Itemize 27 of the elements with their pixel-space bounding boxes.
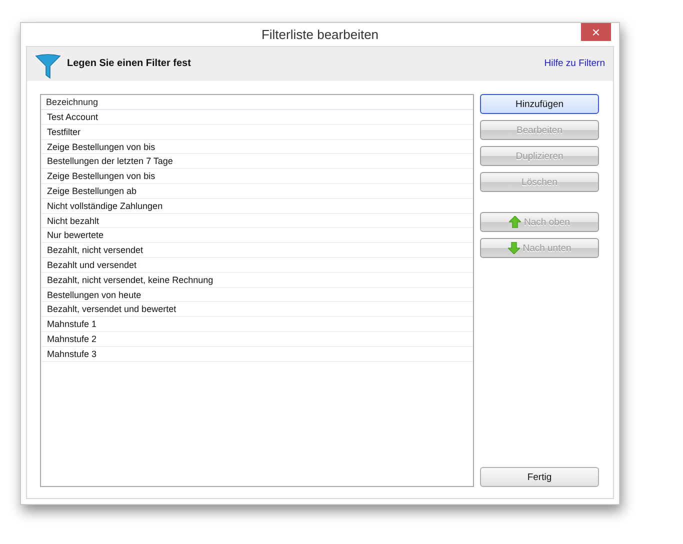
- list-item[interactable]: Mahnstufe 3: [41, 346, 473, 362]
- list-item[interactable]: Testfilter: [41, 124, 473, 140]
- help-link[interactable]: Hilfe zu Filtern: [544, 58, 605, 69]
- list-item[interactable]: Test Account: [41, 110, 473, 125]
- list-item[interactable]: Nur bewertete: [41, 228, 473, 244]
- funnel-icon: [35, 53, 61, 79]
- action-button[interactable]: Hinzufügen: [480, 94, 599, 114]
- list-item[interactable]: Zeige Bestellungen von bis: [41, 169, 473, 184]
- list-item[interactable]: Bestellungen der letzten 7 Tage: [41, 154, 473, 170]
- list-item[interactable]: Zeige Bestellungen ab: [41, 184, 473, 199]
- list-item[interactable]: Nicht vollständige Zahlungen: [41, 198, 473, 214]
- list-item[interactable]: Bezahlt, nicht versendet, keine Rechnung: [41, 272, 473, 288]
- column-header[interactable]: Bezeichnung: [41, 95, 473, 110]
- done-button[interactable]: Fertig: [480, 467, 599, 487]
- list-item[interactable]: Mahnstufe 1: [41, 317, 473, 332]
- list-item[interactable]: Zeige Bestellungen von bis: [41, 140, 473, 154]
- header-title: Legen Sie einen Filter fest: [67, 58, 192, 69]
- list-item[interactable]: Mahnstufe 2: [41, 332, 473, 347]
- list-item[interactable]: Bezahlt, nicht versendet: [41, 243, 473, 258]
- list-item[interactable]: Bestellungen von heute: [41, 288, 473, 302]
- down-arrow-icon: [508, 242, 520, 254]
- up-arrow-icon: [509, 216, 522, 228]
- window-title: Filterliste bearbeiten: [261, 27, 379, 42]
- list-item[interactable]: Bezahlt und versendet: [41, 258, 473, 273]
- list-item[interactable]: Nicht bezahlt: [41, 214, 473, 228]
- list-item[interactable]: Bezahlt, versendet und bewertet: [41, 302, 473, 318]
- close-button[interactable]: ×: [581, 23, 611, 41]
